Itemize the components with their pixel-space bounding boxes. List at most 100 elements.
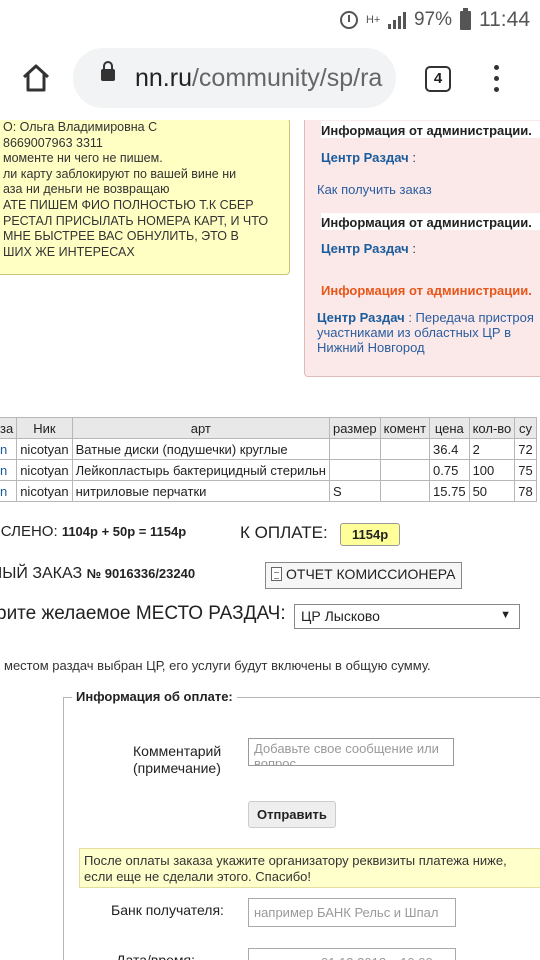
- price-cell: 15.75: [429, 480, 470, 502]
- item-cell: нитриловые перчатки: [71, 480, 330, 502]
- qty-cell: 2: [468, 438, 516, 460]
- more-menu-icon[interactable]: [494, 65, 500, 93]
- item-cell: Лейкопластырь бактерицидный стерильн: [71, 459, 330, 481]
- tab-switcher-button[interactable]: 4: [425, 66, 451, 92]
- how-to-get-order-link[interactable]: Как получить заказ: [317, 182, 432, 197]
- hint-line: если еще не сделали этого. Спасибо!: [84, 868, 311, 884]
- bank-label: Банк получателя:: [111, 902, 224, 918]
- note-line: моменте ни чего не пишем.: [3, 151, 163, 166]
- organizer-note: О: Ольга Владимировна С 8669007963 3311 …: [0, 120, 290, 275]
- sum-cell: 75: [514, 459, 537, 481]
- status-icons: H+ 97% 11:44: [339, 7, 530, 32]
- browser-toolbar: nn.ru/community/sp/ra 4: [0, 38, 540, 120]
- note-line: ШИХ ЖЕ ИНТЕРЕСАХ: [3, 244, 135, 259]
- commission-report-button[interactable]: ОТЧЕТ КОМИССИОНЕРА: [265, 562, 462, 589]
- date-input[interactable]: 01.12.2018 в 10:00: [248, 948, 456, 960]
- center-name: Центр Раздач: [321, 150, 409, 165]
- sum-cell: 72: [514, 438, 537, 460]
- selected-pickup: ЦР Лысково: [301, 608, 380, 624]
- hint-line: После оплаты заказа укажите организатору…: [84, 853, 507, 868]
- table-row: n nicotyan Лейкопластырь бактерицидный с…: [0, 459, 537, 481]
- dropdown-arrow-icon: ▼: [500, 609, 511, 621]
- price-cell: 0.75: [429, 459, 470, 481]
- column-header: кол-во: [468, 417, 516, 439]
- admin-info-panel: Информация от администрации. Центр Разда…: [304, 120, 540, 377]
- nick-cell: nicotyan: [16, 480, 73, 502]
- price-cell: 36.4: [429, 438, 470, 460]
- order-number: РНЫЙ ЗАКАЗ № 9016336/23240: [0, 565, 195, 583]
- lock-icon: [101, 61, 115, 81]
- bank-input[interactable]: например БАНК Рельс и Шпал: [248, 898, 456, 927]
- nick-cell: nicotyan: [16, 459, 73, 481]
- network-type-icon: H+: [365, 14, 381, 26]
- pickup-note: местом раздач выбран ЦР, его услуги буду…: [4, 658, 431, 673]
- table-row: n nicotyan Ватные диски (подушечки) круг…: [0, 438, 537, 460]
- note-line: аза ни деньги не возвращаю: [3, 182, 170, 197]
- size-cell: S: [328, 480, 381, 502]
- admin-info-header: Информация от администрации.: [321, 121, 540, 138]
- note-line: ли карту заблокируют по вашей вине ни: [3, 166, 237, 181]
- admin-info-header: Информация от администрации.: [321, 213, 540, 230]
- note-line: МНЕ БЫСТРЕЕ ВАС ОБНУЛИТЬ, ЭТО В: [3, 229, 239, 244]
- transfer-center: Центр Раздач: [317, 310, 405, 325]
- table-header-row: за Ник арт размер комент цена кол-во су: [0, 417, 537, 439]
- center-label: Центр Раздач :: [321, 241, 416, 256]
- status-bar: H+ 97% 11:44: [0, 0, 540, 38]
- size-cell: [328, 438, 381, 460]
- item-cell: Ватные диски (подушечки) круглые: [71, 438, 330, 460]
- nick-cell: nicotyan: [16, 438, 73, 460]
- order-table: за Ник арт размер комент цена кол-во су …: [0, 417, 537, 502]
- date-label: Дата/время:: [116, 952, 195, 960]
- alarm-icon: [339, 11, 358, 29]
- row-link[interactable]: n: [0, 459, 18, 481]
- qty-cell: 50: [468, 480, 516, 502]
- note-line: О: Ольга Владимировна С: [3, 120, 158, 134]
- payment-hint: После оплаты заказа укажите организатору…: [79, 848, 540, 888]
- row-link[interactable]: n: [0, 438, 18, 460]
- note-line: РЕСТАЛ ПРИСЫЛАТЬ НОМЕРА КАРТ, И ЧТО: [3, 213, 269, 228]
- comment-label: Комментарий (примечание): [133, 743, 221, 777]
- comment-cell: [379, 459, 431, 481]
- column-header: цена: [429, 417, 470, 439]
- battery-percent: 97%: [413, 9, 452, 30]
- colon: :: [408, 241, 416, 256]
- center-label: Центр Раздач :: [321, 150, 416, 165]
- comment-label-line: Комментарий: [133, 743, 222, 759]
- order-id: № 9016336/23240: [86, 566, 196, 581]
- transfer-info[interactable]: Центр Раздач : Передача пристроя участни…: [317, 310, 540, 355]
- url-host: nn.ru: [135, 64, 192, 92]
- admin-info-header-orange: Информация от администрации.: [321, 283, 532, 298]
- signal-icon: [387, 11, 406, 29]
- report-button-label: ОТЧЕТ КОМИССИОНЕРА: [286, 566, 456, 582]
- center-name: Центр Раздач: [321, 241, 409, 256]
- column-header: размер: [328, 417, 381, 439]
- qty-cell: 100: [468, 459, 516, 481]
- battery-icon: [460, 7, 471, 30]
- pickup-point-select[interactable]: ЦР Лысково ▼: [294, 604, 520, 629]
- page-content: О: Ольга Владимировна С 8669007963 3311 …: [0, 120, 540, 960]
- comment-cell: [379, 438, 431, 460]
- column-header: су: [514, 417, 537, 439]
- colon: :: [408, 150, 416, 165]
- send-button[interactable]: Отправить: [248, 801, 336, 828]
- note-line: АТЕ ПИШЕМ ФИО ПОЛНОСТЬЮ Т.К СБЕР: [3, 197, 254, 212]
- column-header: Ник: [16, 417, 73, 439]
- column-header: комент: [379, 417, 431, 439]
- column-header: арт: [71, 417, 330, 439]
- address-bar[interactable]: nn.ru/community/sp/ra: [73, 48, 396, 108]
- to-pay-label: К ОПЛАТЕ:: [240, 523, 328, 542]
- comment-label-line: (примечание): [133, 760, 221, 776]
- clock: 11:44: [479, 8, 530, 31]
- table-row: n nicotyan нитриловые перчатки S 15.75 5…: [0, 480, 537, 502]
- row-link[interactable]: n: [0, 480, 18, 502]
- column-header: за: [0, 417, 18, 439]
- document-icon: [271, 567, 282, 581]
- home-icon[interactable]: [18, 60, 54, 96]
- url-text[interactable]: nn.ru/community/sp/ra: [135, 64, 382, 93]
- pickup-point-label: рите желаемое МЕСТО РАЗДАЧ:: [0, 603, 286, 624]
- size-cell: [328, 459, 381, 481]
- comment-textarea[interactable]: Добавьте свое сообщение или вопрос: [248, 738, 454, 766]
- order-label: РНЫЙ ЗАКАЗ: [0, 565, 83, 582]
- charged-label: ИСЛЕНО:: [0, 523, 58, 540]
- charged-formula: 1104р + 50р = 1154р: [61, 524, 187, 539]
